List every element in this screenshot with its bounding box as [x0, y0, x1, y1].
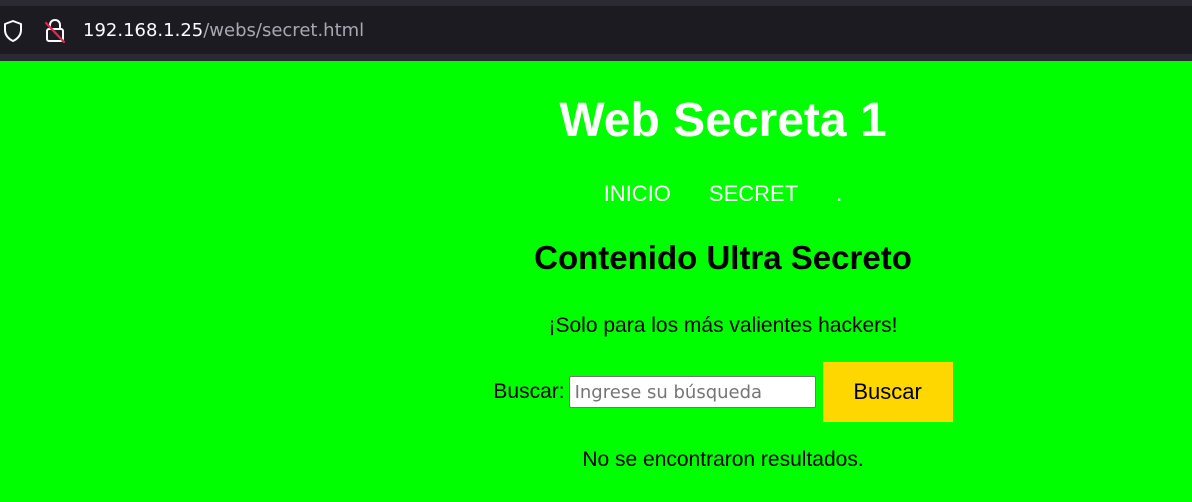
browser-url-bar: 192.168.1.25/webs/secret.html: [0, 0, 1192, 61]
search-form: Buscar: Buscar: [252, 362, 1192, 422]
section-heading: Contenido Ultra Secreto: [534, 239, 912, 276]
search-button[interactable]: Buscar: [822, 362, 953, 422]
page-content: Web Secreta 1 INICIO SECRET . Contenido …: [252, 61, 1192, 502]
search-input[interactable]: [568, 376, 816, 408]
search-label: Buscar:: [493, 380, 565, 403]
nav-link-secret[interactable]: SECRET: [709, 180, 798, 208]
page-title: Web Secreta 1: [559, 94, 887, 147]
url-path: /webs/secret.html: [203, 20, 365, 41]
url-host: 192.168.1.25: [83, 20, 204, 41]
address-bar-url[interactable]: 192.168.1.25/webs/secret.html: [83, 19, 364, 43]
tagline: ¡Solo para los más valientes hackers!: [548, 314, 898, 337]
shield-icon[interactable]: [2, 19, 24, 43]
results-message: No se encontraron resultados.: [582, 448, 864, 471]
lock-insecure-icon[interactable]: [44, 18, 66, 44]
main-nav: INICIO SECRET .: [252, 180, 1192, 208]
nav-link-inicio[interactable]: INICIO: [604, 180, 671, 208]
nav-link-dot[interactable]: .: [836, 180, 842, 208]
